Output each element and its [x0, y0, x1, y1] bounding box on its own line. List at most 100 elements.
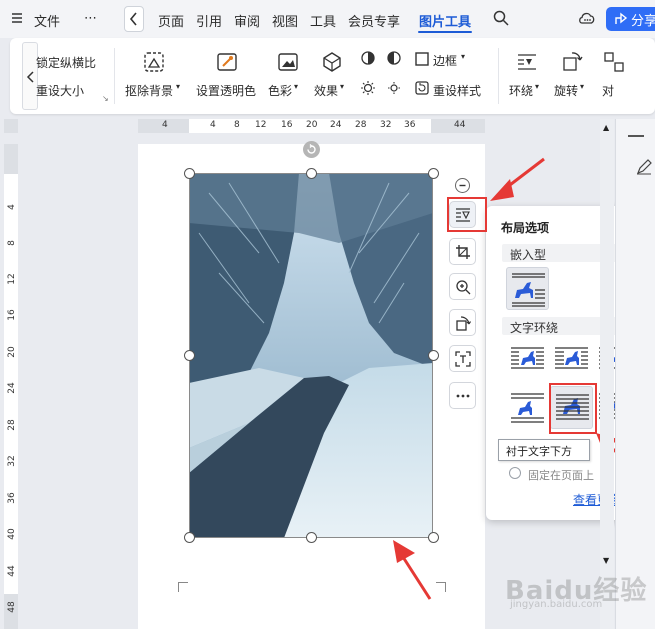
sun-minus-icon[interactable] — [386, 80, 402, 99]
wrap-text-icon[interactable] — [515, 50, 539, 77]
resize-handle-ne[interactable] — [428, 168, 439, 179]
sun-plus-icon[interactable] — [360, 80, 376, 99]
ruler-tick: 24 — [7, 382, 17, 394]
menu-tools[interactable]: 工具 — [310, 11, 336, 30]
ruler-tick: 4 — [7, 204, 17, 210]
ruler-tick: 44 — [454, 120, 466, 130]
brightness-plus-icon[interactable] — [360, 50, 376, 69]
resize-handle-sw[interactable] — [184, 532, 195, 543]
rotate-image-button[interactable] — [449, 309, 476, 336]
reset-size-label[interactable]: 重设大小 — [36, 82, 84, 99]
search-icon[interactable] — [493, 10, 509, 30]
chevron-down-icon[interactable]: ▾ — [535, 82, 539, 91]
reset-style-button[interactable]: 重设样式 — [433, 82, 481, 99]
extract-text-icon — [455, 351, 471, 367]
behind-text-tooltip: 衬于文字下方 — [498, 439, 590, 461]
rotate-icon[interactable] — [560, 50, 584, 77]
vertical-scrollbar[interactable]: ▲ ▼ — [600, 119, 614, 629]
remove-background-button[interactable]: 抠除背景 — [125, 82, 173, 99]
wrap-top-bottom-option[interactable] — [506, 386, 549, 429]
ruler-tick: 20 — [306, 120, 318, 130]
baidu-watermark-url: jingyan.baidu.com — [510, 599, 603, 610]
zoom-in-icon — [456, 280, 471, 295]
remove-background-icon[interactable] — [142, 50, 166, 77]
crop-icon — [456, 245, 470, 259]
horizontal-ruler[interactable]: 4 4 8 12 16 20 24 28 32 36 44 — [138, 119, 485, 133]
border-button[interactable]: 边框 — [433, 52, 457, 69]
cloud-chat-icon[interactable] — [578, 10, 596, 30]
more-dots-icon — [456, 394, 470, 398]
scroll-down-icon[interactable]: ▼ — [603, 556, 609, 565]
rotate-handle-icon[interactable] — [303, 141, 320, 158]
chevron-down-icon[interactable]: ▾ — [461, 52, 465, 61]
chevron-down-icon[interactable]: ▾ — [294, 82, 298, 91]
wrap-top-bottom-icon — [511, 393, 544, 423]
minus-icon[interactable] — [628, 135, 644, 137]
fix-on-page-label[interactable]: 固定在页面上 — [528, 467, 594, 483]
ruler-tick: 12 — [7, 273, 17, 285]
menu-page[interactable]: 页面 — [158, 11, 184, 30]
wrap-tight-option[interactable] — [550, 340, 593, 383]
ruler-tick: 36 — [404, 120, 416, 130]
menu-review[interactable]: 审阅 — [234, 11, 260, 30]
inline-with-text-option[interactable] — [506, 267, 549, 310]
color-icon[interactable] — [276, 50, 300, 77]
ruler-tick: 8 — [234, 120, 240, 130]
pen-icon[interactable] — [636, 159, 652, 178]
chevron-down-icon[interactable]: ▾ — [176, 82, 180, 91]
file-menu-icon[interactable] — [10, 11, 24, 27]
dialog-launcher-icon[interactable]: ↘ — [102, 94, 109, 103]
align-icon[interactable] — [602, 50, 626, 77]
more-options-button[interactable] — [449, 382, 476, 409]
ruler-tick: 24 — [330, 120, 342, 130]
wrap-square-option[interactable] — [506, 340, 549, 383]
set-transparent-button[interactable]: 设置透明色 — [196, 82, 256, 99]
transparent-color-icon[interactable] — [215, 50, 239, 77]
chevron-down-icon[interactable]: ▾ — [580, 82, 584, 91]
ribbon-scroll-left[interactable] — [22, 42, 38, 110]
menu-more[interactable]: ⋯ — [84, 11, 97, 26]
ruler-tick: 28 — [7, 419, 17, 431]
effects-icon[interactable] — [320, 50, 344, 77]
vertical-ruler[interactable]: 4 8 12 16 20 24 28 32 36 40 44 48 — [4, 144, 18, 629]
wrap-button[interactable]: 环绕 — [509, 82, 533, 99]
image-selection-frame — [189, 173, 433, 538]
menu-view[interactable]: 视图 — [272, 11, 298, 30]
menu-member[interactable]: 会员专享 — [348, 11, 400, 30]
effects-button[interactable]: 效果 — [314, 82, 338, 99]
menu-reference[interactable]: 引用 — [196, 11, 222, 30]
border-icon[interactable] — [414, 51, 430, 70]
menu-file[interactable]: 文件 — [34, 11, 60, 30]
annotation-arrow-icon — [490, 157, 545, 201]
lock-ratio-label[interactable]: 锁定纵横比 — [36, 54, 96, 71]
collapse-toolbar-button[interactable] — [455, 178, 470, 193]
back-button[interactable] — [124, 6, 144, 32]
share-label: 分享 — [631, 14, 655, 29]
color-button[interactable]: 色彩 — [268, 82, 292, 99]
resize-handle-s[interactable] — [306, 532, 317, 543]
ruler-tick: 20 — [7, 346, 17, 358]
menu-picture-tools[interactable]: 图片工具 — [419, 11, 471, 30]
ruler-tick: 4 — [162, 120, 168, 130]
chevron-down-icon[interactable]: ▾ — [340, 82, 344, 91]
crop-button[interactable] — [449, 238, 476, 265]
resize-handle-w[interactable] — [184, 350, 195, 361]
scroll-up-icon[interactable]: ▲ — [603, 123, 609, 132]
zoom-in-button[interactable] — [449, 273, 476, 300]
right-side-panel — [615, 119, 655, 629]
ruler-tick: 40 — [7, 528, 17, 540]
resize-handle-e[interactable] — [428, 350, 439, 361]
reset-style-icon[interactable] — [414, 80, 430, 99]
ruler-corner[interactable] — [4, 119, 18, 133]
wrap-tight-icon — [555, 347, 588, 369]
resize-handle-n[interactable] — [306, 168, 317, 179]
ruler-tick: 28 — [355, 120, 367, 130]
contrast-minus-icon[interactable] — [386, 50, 402, 69]
align-button[interactable]: 对 — [602, 82, 614, 99]
ruler-tick: 4 — [210, 120, 216, 130]
share-button[interactable]: 分享 — [606, 7, 655, 31]
fix-on-page-radio[interactable] — [509, 467, 521, 479]
rotate-button[interactable]: 旋转 — [554, 82, 578, 99]
extract-text-button[interactable] — [449, 345, 476, 372]
resize-handle-nw[interactable] — [184, 168, 195, 179]
